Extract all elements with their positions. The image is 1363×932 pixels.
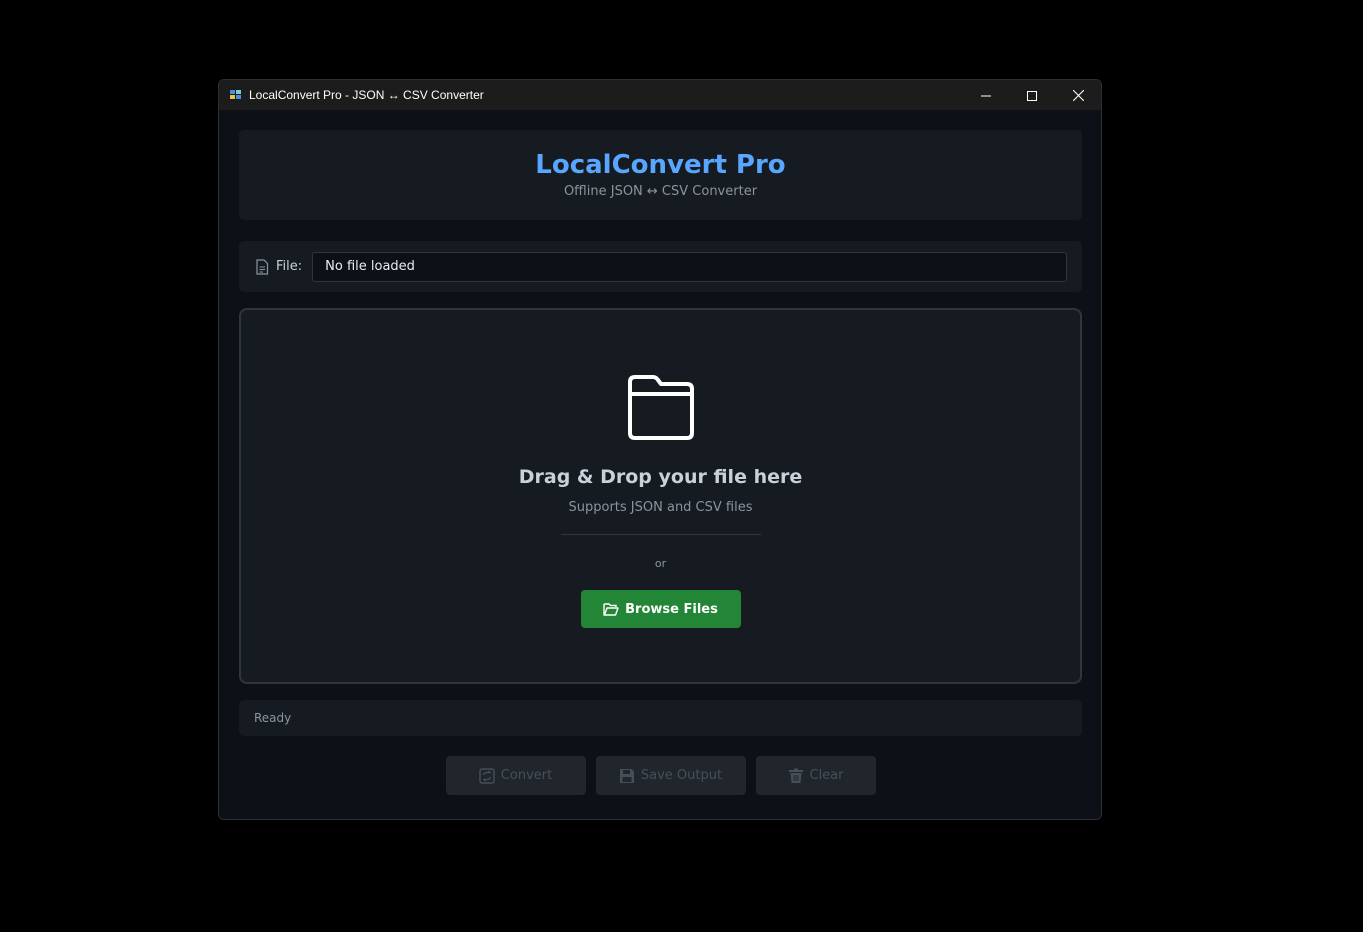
action-buttons: Convert Save Output Clear [239,756,1082,795]
app-title: LocalConvert Pro [535,150,786,180]
trash-icon [788,768,804,784]
drop-subtitle: Supports JSON and CSV files [568,500,753,515]
title-bar[interactable]: LocalConvert Pro - JSON ↔ CSV Converter [219,80,1101,110]
convert-button[interactable]: Convert [445,756,586,795]
browse-files-label: Browse Files [625,601,718,617]
window-title: LocalConvert Pro - JSON ↔ CSV Converter [249,88,484,102]
minimize-icon [981,86,991,105]
window-controls [963,80,1101,110]
close-icon [1072,86,1084,105]
app-icon [230,89,242,101]
minimize-button[interactable] [963,80,1009,110]
convert-label: Convert [500,768,553,783]
clear-label: Clear [809,768,844,783]
folder-icon [627,375,694,440]
app-window: LocalConvert Pro - JSON ↔ CSV Converter … [218,79,1102,820]
maximize-button[interactable] [1009,80,1055,110]
file-name-field: No file loaded [312,251,1067,282]
maximize-icon [1027,86,1037,105]
file-info-card: File: No file loaded [239,241,1082,292]
save-output-button[interactable]: Save Output [595,756,746,795]
document-icon [255,258,269,275]
save-icon [619,768,635,784]
drop-title: Drag & Drop your file here [518,466,803,488]
browse-files-button[interactable]: Browse Files [580,590,741,628]
drop-zone[interactable]: Drag & Drop your file here Supports JSON… [239,308,1082,684]
clear-button[interactable]: Clear [755,756,876,795]
status-bar: Ready [239,700,1082,736]
file-label: File: [276,259,303,274]
convert-icon [479,767,495,784]
main-content: LocalConvert Pro Offline JSON ↔ CSV Conv… [239,130,1082,795]
close-button[interactable] [1055,80,1101,110]
save-output-label: Save Output [640,768,723,783]
or-text: or [654,557,667,570]
folder-open-icon [603,602,619,616]
app-subtitle: Offline JSON ↔ CSV Converter [563,184,758,199]
header-card: LocalConvert Pro Offline JSON ↔ CSV Conv… [239,130,1082,220]
divider [560,534,761,535]
